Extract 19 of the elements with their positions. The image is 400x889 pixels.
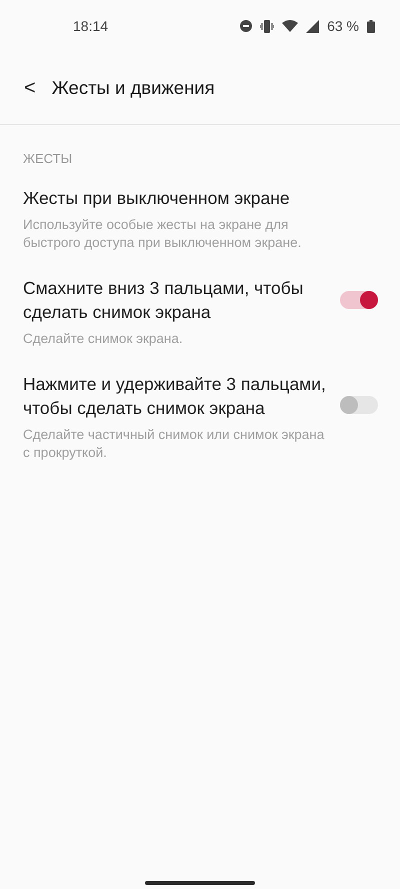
signal-icon bbox=[306, 20, 320, 32]
setting-title[interactable]: Жесты при выключенном экране bbox=[23, 186, 328, 210]
page-title: Жесты и движения bbox=[52, 76, 215, 100]
setting-description: Сделайте частичный снимок или снимок экрана с прокруткой. bbox=[23, 426, 326, 462]
vibrate-icon bbox=[260, 20, 274, 32]
battery-percent: 63 % bbox=[327, 16, 359, 36]
toggle-switch[interactable] bbox=[340, 290, 378, 308]
setting-description: Используйте особые жесты на экране для быстрого доступа при выключенном экране. bbox=[23, 216, 302, 252]
setting-title[interactable]: Нажмите и удерживайте 3 пальцами, чтобы сделать снимок экрана bbox=[23, 372, 328, 420]
status-time: 18:14 bbox=[73, 16, 108, 36]
home-indicator[interactable] bbox=[145, 881, 255, 885]
setting-title[interactable]: Смахните вниз 3 пальцами, чтобы сделать снимок экрана bbox=[23, 276, 328, 324]
wifi-icon bbox=[282, 20, 298, 32]
do-not-disturb-icon bbox=[240, 20, 252, 32]
section-header: ЖЕСТЫ bbox=[22, 150, 74, 168]
toggle-switch[interactable] bbox=[340, 396, 378, 414]
battery-icon bbox=[367, 20, 375, 32]
setting-description: Сделайте снимок экрана. bbox=[23, 330, 184, 348]
back-button[interactable]: < bbox=[20, 74, 40, 102]
